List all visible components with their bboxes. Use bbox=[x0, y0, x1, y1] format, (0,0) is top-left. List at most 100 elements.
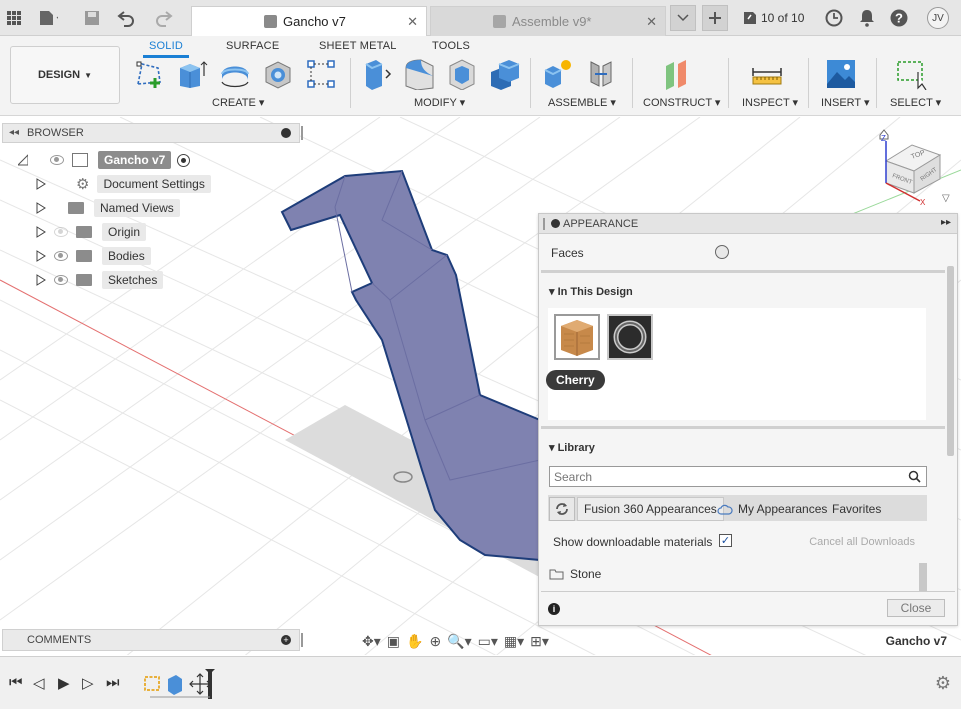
browser-item-sketches[interactable]: Sketches bbox=[36, 270, 164, 290]
visibility-eye-icon[interactable] bbox=[50, 155, 64, 165]
press-pull-icon[interactable] bbox=[360, 58, 392, 90]
save-icon[interactable] bbox=[82, 8, 102, 28]
library-tab-fusion[interactable]: Fusion 360 Appearances bbox=[577, 497, 724, 521]
tab-assemble[interactable]: Assemble v9* ✕ bbox=[430, 6, 666, 36]
chrome-swatch[interactable] bbox=[607, 314, 653, 360]
create-sketch-icon[interactable] bbox=[134, 58, 166, 90]
close-button[interactable]: Close bbox=[887, 599, 945, 617]
close-tab-icon[interactable]: ✕ bbox=[407, 14, 418, 30]
panel-resize-handle[interactable] bbox=[301, 126, 303, 140]
comments-panel[interactable]: COMMENTS + bbox=[2, 629, 303, 651]
joint-icon[interactable] bbox=[585, 58, 617, 90]
extrude-icon[interactable] bbox=[176, 58, 208, 90]
expand-panel-icon[interactable]: ▸▸ bbox=[941, 217, 951, 228]
in-this-design-header[interactable]: ▾ In This Design bbox=[549, 285, 633, 298]
browser-item-named-views[interactable]: Named Views bbox=[36, 198, 180, 218]
help-icon[interactable]: ? bbox=[889, 8, 909, 28]
browser-header[interactable]: ◂◂ BROWSER bbox=[2, 123, 303, 143]
insert-image-icon[interactable] bbox=[825, 58, 857, 90]
step-forward-icon[interactable]: ▷ bbox=[82, 674, 94, 692]
view-cube[interactable]: TOP FRONT RIGHT Z X bbox=[872, 121, 952, 207]
browser-item-origin[interactable]: Origin bbox=[36, 222, 147, 242]
close-tab-icon[interactable]: ✕ bbox=[646, 14, 657, 30]
fillet-icon[interactable] bbox=[403, 58, 435, 90]
app-grid-icon[interactable] bbox=[4, 8, 24, 28]
browser-item-document-settings[interactable]: ⚙ Document Settings bbox=[36, 174, 211, 194]
look-at-icon[interactable]: ▣ bbox=[387, 633, 400, 650]
shell-icon[interactable] bbox=[446, 58, 478, 90]
browser-item-bodies[interactable]: Bodies bbox=[36, 246, 151, 266]
pattern-icon[interactable] bbox=[305, 58, 337, 90]
collapse-panel-icon[interactable]: ◂◂ bbox=[9, 127, 19, 138]
combine-icon[interactable] bbox=[489, 58, 521, 90]
library-header[interactable]: ▾ Library bbox=[549, 441, 595, 454]
panel-resize-handle[interactable] bbox=[301, 633, 303, 647]
panel-drag-handle[interactable] bbox=[543, 218, 545, 230]
display-settings-icon[interactable]: ▭▾ bbox=[478, 633, 498, 650]
assemble-group-label[interactable]: ASSEMBLE ▾ bbox=[548, 96, 616, 109]
tab-solid[interactable]: SOLID bbox=[142, 40, 190, 58]
go-to-end-icon[interactable]: ⏭ bbox=[106, 674, 120, 691]
minimize-panel-icon[interactable] bbox=[281, 128, 291, 138]
select-group-label[interactable]: SELECT ▾ bbox=[890, 96, 941, 109]
browser-root-row[interactable]: Gancho v7 bbox=[18, 150, 191, 170]
timeline-features[interactable] bbox=[142, 669, 222, 705]
redo-icon[interactable] bbox=[156, 8, 176, 28]
notification-bell-icon[interactable] bbox=[857, 8, 877, 28]
library-tab-my-appearances[interactable]: My Appearances bbox=[711, 497, 833, 521]
visibility-eye-icon[interactable] bbox=[54, 275, 68, 285]
add-comment-icon[interactable]: + bbox=[281, 635, 291, 645]
hidden-eye-icon[interactable] bbox=[54, 227, 68, 237]
insert-group-label[interactable]: INSERT ▾ bbox=[821, 96, 870, 109]
new-component-icon[interactable] bbox=[541, 58, 573, 90]
measure-icon[interactable] bbox=[751, 58, 783, 90]
info-icon[interactable]: i bbox=[548, 603, 560, 615]
library-tab-favorites[interactable]: Favorites bbox=[826, 497, 887, 521]
go-to-start-icon[interactable]: ⏮ bbox=[9, 674, 23, 691]
minimize-panel-icon[interactable] bbox=[551, 219, 560, 228]
revolve-icon[interactable] bbox=[219, 58, 251, 90]
create-group-label[interactable]: CREATE ▾ bbox=[212, 96, 264, 109]
tab-surface[interactable]: SURFACE bbox=[226, 40, 279, 52]
visibility-eye-icon[interactable] bbox=[54, 251, 68, 261]
job-status-icon[interactable] bbox=[740, 8, 760, 28]
user-avatar[interactable]: JV bbox=[927, 7, 949, 29]
pan-icon[interactable]: ✋ bbox=[406, 633, 423, 650]
select-window-icon[interactable] bbox=[896, 58, 928, 90]
workspace-switcher-button[interactable]: DESIGN ▼ bbox=[10, 46, 120, 104]
zoom-window-icon[interactable]: 🔍▾ bbox=[447, 633, 471, 650]
gear-icon[interactable]: ⚙ bbox=[935, 673, 951, 694]
new-tab-plus-icon[interactable] bbox=[702, 5, 728, 31]
tab-gancho[interactable]: Gancho v7 ✕ bbox=[191, 6, 427, 36]
cancel-downloads-link[interactable]: Cancel all Downloads bbox=[809, 536, 915, 548]
activate-component-icon[interactable] bbox=[177, 153, 191, 167]
file-menu-icon[interactable] bbox=[38, 8, 58, 28]
inspect-group-label[interactable]: INSPECT ▾ bbox=[742, 96, 798, 109]
show-downloadable-checkbox[interactable]: ✓ bbox=[719, 534, 732, 547]
orbit-icon[interactable]: ✥▾ bbox=[362, 633, 381, 650]
undo-icon[interactable] bbox=[116, 8, 136, 28]
appearance-header[interactable]: APPEARANCE ▸▸ bbox=[539, 214, 957, 234]
modify-group-label[interactable]: MODIFY ▾ bbox=[414, 96, 465, 109]
construct-group-label[interactable]: CONSTRUCT ▾ bbox=[643, 96, 720, 109]
play-icon[interactable]: ▶ bbox=[58, 674, 70, 692]
grid-settings-icon[interactable]: ▦▾ bbox=[504, 633, 524, 650]
step-back-icon[interactable]: ◁ bbox=[33, 674, 45, 692]
library-folder-stone[interactable]: Stone bbox=[549, 567, 601, 581]
viewports-icon[interactable]: ⊞▾ bbox=[530, 633, 549, 650]
library-scrollbar[interactable] bbox=[919, 563, 927, 591]
root-component-label[interactable]: Gancho v7 bbox=[98, 151, 172, 169]
tab-tools[interactable]: TOOLS bbox=[432, 40, 470, 52]
panel-scrollbar[interactable] bbox=[947, 266, 954, 456]
tab-overflow-chevron-icon[interactable] bbox=[670, 5, 696, 31]
tab-sheet-metal[interactable]: SHEET METAL bbox=[319, 40, 397, 52]
job-status-text[interactable]: 10 of 10 bbox=[761, 11, 804, 25]
clock-icon[interactable] bbox=[824, 8, 844, 28]
sweep-icon[interactable] bbox=[262, 58, 294, 90]
offset-plane-icon[interactable] bbox=[662, 58, 694, 90]
viewcube-menu-icon[interactable]: ▽ bbox=[942, 193, 950, 204]
search-input[interactable]: Search bbox=[549, 466, 927, 487]
faces-select-radio[interactable] bbox=[715, 245, 729, 259]
zoom-icon[interactable]: ⊕ bbox=[429, 633, 441, 650]
refresh-icon[interactable] bbox=[549, 497, 575, 521]
